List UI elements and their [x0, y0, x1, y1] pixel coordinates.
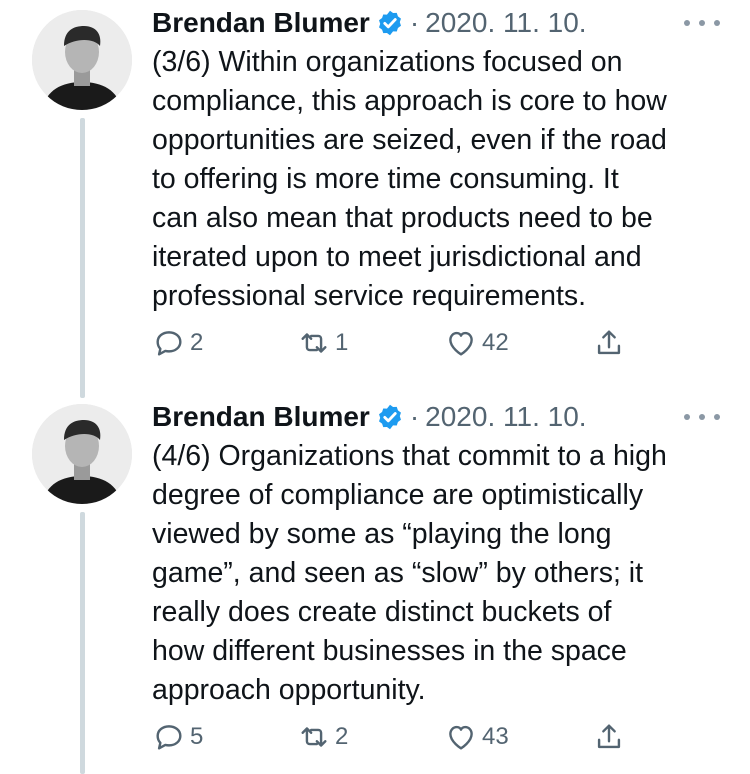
reply-count: 2 — [190, 329, 204, 356]
tweet-text-line: can also mean that products need to be — [152, 202, 653, 234]
tweet-text-line: degree of compliance are optimistically — [152, 479, 644, 511]
like-count: 42 — [482, 329, 509, 356]
tweet-text-line: opportunities are seized, even if the ro… — [152, 124, 667, 156]
reply-button[interactable]: 5 — [152, 717, 203, 757]
retweet-icon — [301, 333, 327, 353]
share-button[interactable] — [592, 323, 626, 363]
tweet-text-line: viewed by some as “playing the long — [152, 518, 612, 550]
like-button[interactable]: 42 — [444, 323, 509, 363]
retweet-count: 2 — [335, 723, 349, 750]
reply-icon — [156, 331, 182, 356]
share-button[interactable] — [592, 717, 626, 757]
tweet-date[interactable]: 2020. 11. 10. — [425, 397, 586, 437]
verified-badge-icon — [378, 404, 401, 430]
tweet-text-line: professional service requirements. — [152, 280, 587, 312]
tweet-actions: 2 1 42 — [152, 323, 652, 363]
tweet-header: Brendan Blumer · 2020. 11. 10. — [152, 397, 587, 437]
header-separator: · — [409, 401, 420, 432]
tweet-text-line: really does create distinct buckets of — [152, 596, 612, 628]
heart-icon — [449, 725, 473, 750]
share-icon — [597, 724, 621, 749]
tweet-text-line: to offering is more time consuming. It — [152, 163, 619, 195]
tweet-text-line: how different businesses in the space — [152, 635, 627, 667]
more-options-icon[interactable] — [684, 13, 720, 33]
like-count: 43 — [482, 723, 509, 750]
avatar[interactable] — [32, 404, 132, 504]
heart-icon — [449, 331, 473, 356]
more-options-icon[interactable] — [684, 407, 720, 427]
tweet-text-line: (3/6) Within organizations focused on — [152, 46, 623, 78]
tweet-text-line: approach opportunity. — [152, 674, 426, 706]
tweet-text-line: game”, and seen as “slow” by others; it — [152, 557, 644, 589]
tweet-actions: 5 2 43 — [152, 717, 652, 757]
tweet-text-line: iterated upon to meet jurisdictional and — [152, 241, 642, 273]
reply-button[interactable]: 2 — [152, 323, 203, 363]
verified-badge-icon — [378, 10, 401, 36]
author-name[interactable]: Brendan Blumer — [152, 3, 370, 43]
tweet-text: (3/6) Within organizations focused on co… — [152, 43, 732, 316]
tweet-text-line: compliance, this approach is core to how — [152, 85, 667, 117]
avatar-photo — [32, 10, 132, 110]
retweet-icon — [301, 727, 327, 747]
tweet-date[interactable]: 2020. 11. 10. — [425, 3, 586, 43]
retweet-button[interactable]: 2 — [297, 717, 348, 757]
author-name[interactable]: Brendan Blumer — [152, 397, 370, 437]
tweet[interactable]: Brendan Blumer · 2020. 11. 10. (3/6) Wit… — [0, 3, 750, 383]
retweet-button[interactable]: 1 — [297, 323, 348, 363]
reply-icon — [156, 725, 182, 750]
avatar[interactable] — [32, 10, 132, 110]
tweet-text: (4/6) Organizations that commit to a hig… — [152, 437, 732, 710]
header-separator: · — [409, 7, 420, 38]
retweet-count: 1 — [335, 329, 349, 356]
share-icon — [597, 330, 621, 355]
reply-count: 5 — [190, 723, 204, 750]
tweet[interactable]: Brendan Blumer · 2020. 11. 10. (4/6) Org… — [0, 397, 750, 774]
tweet-header: Brendan Blumer · 2020. 11. 10. — [152, 3, 587, 43]
like-button[interactable]: 43 — [444, 717, 509, 757]
tweet-text-line: (4/6) Organizations that commit to a hig… — [152, 440, 667, 472]
avatar-photo — [32, 404, 132, 504]
